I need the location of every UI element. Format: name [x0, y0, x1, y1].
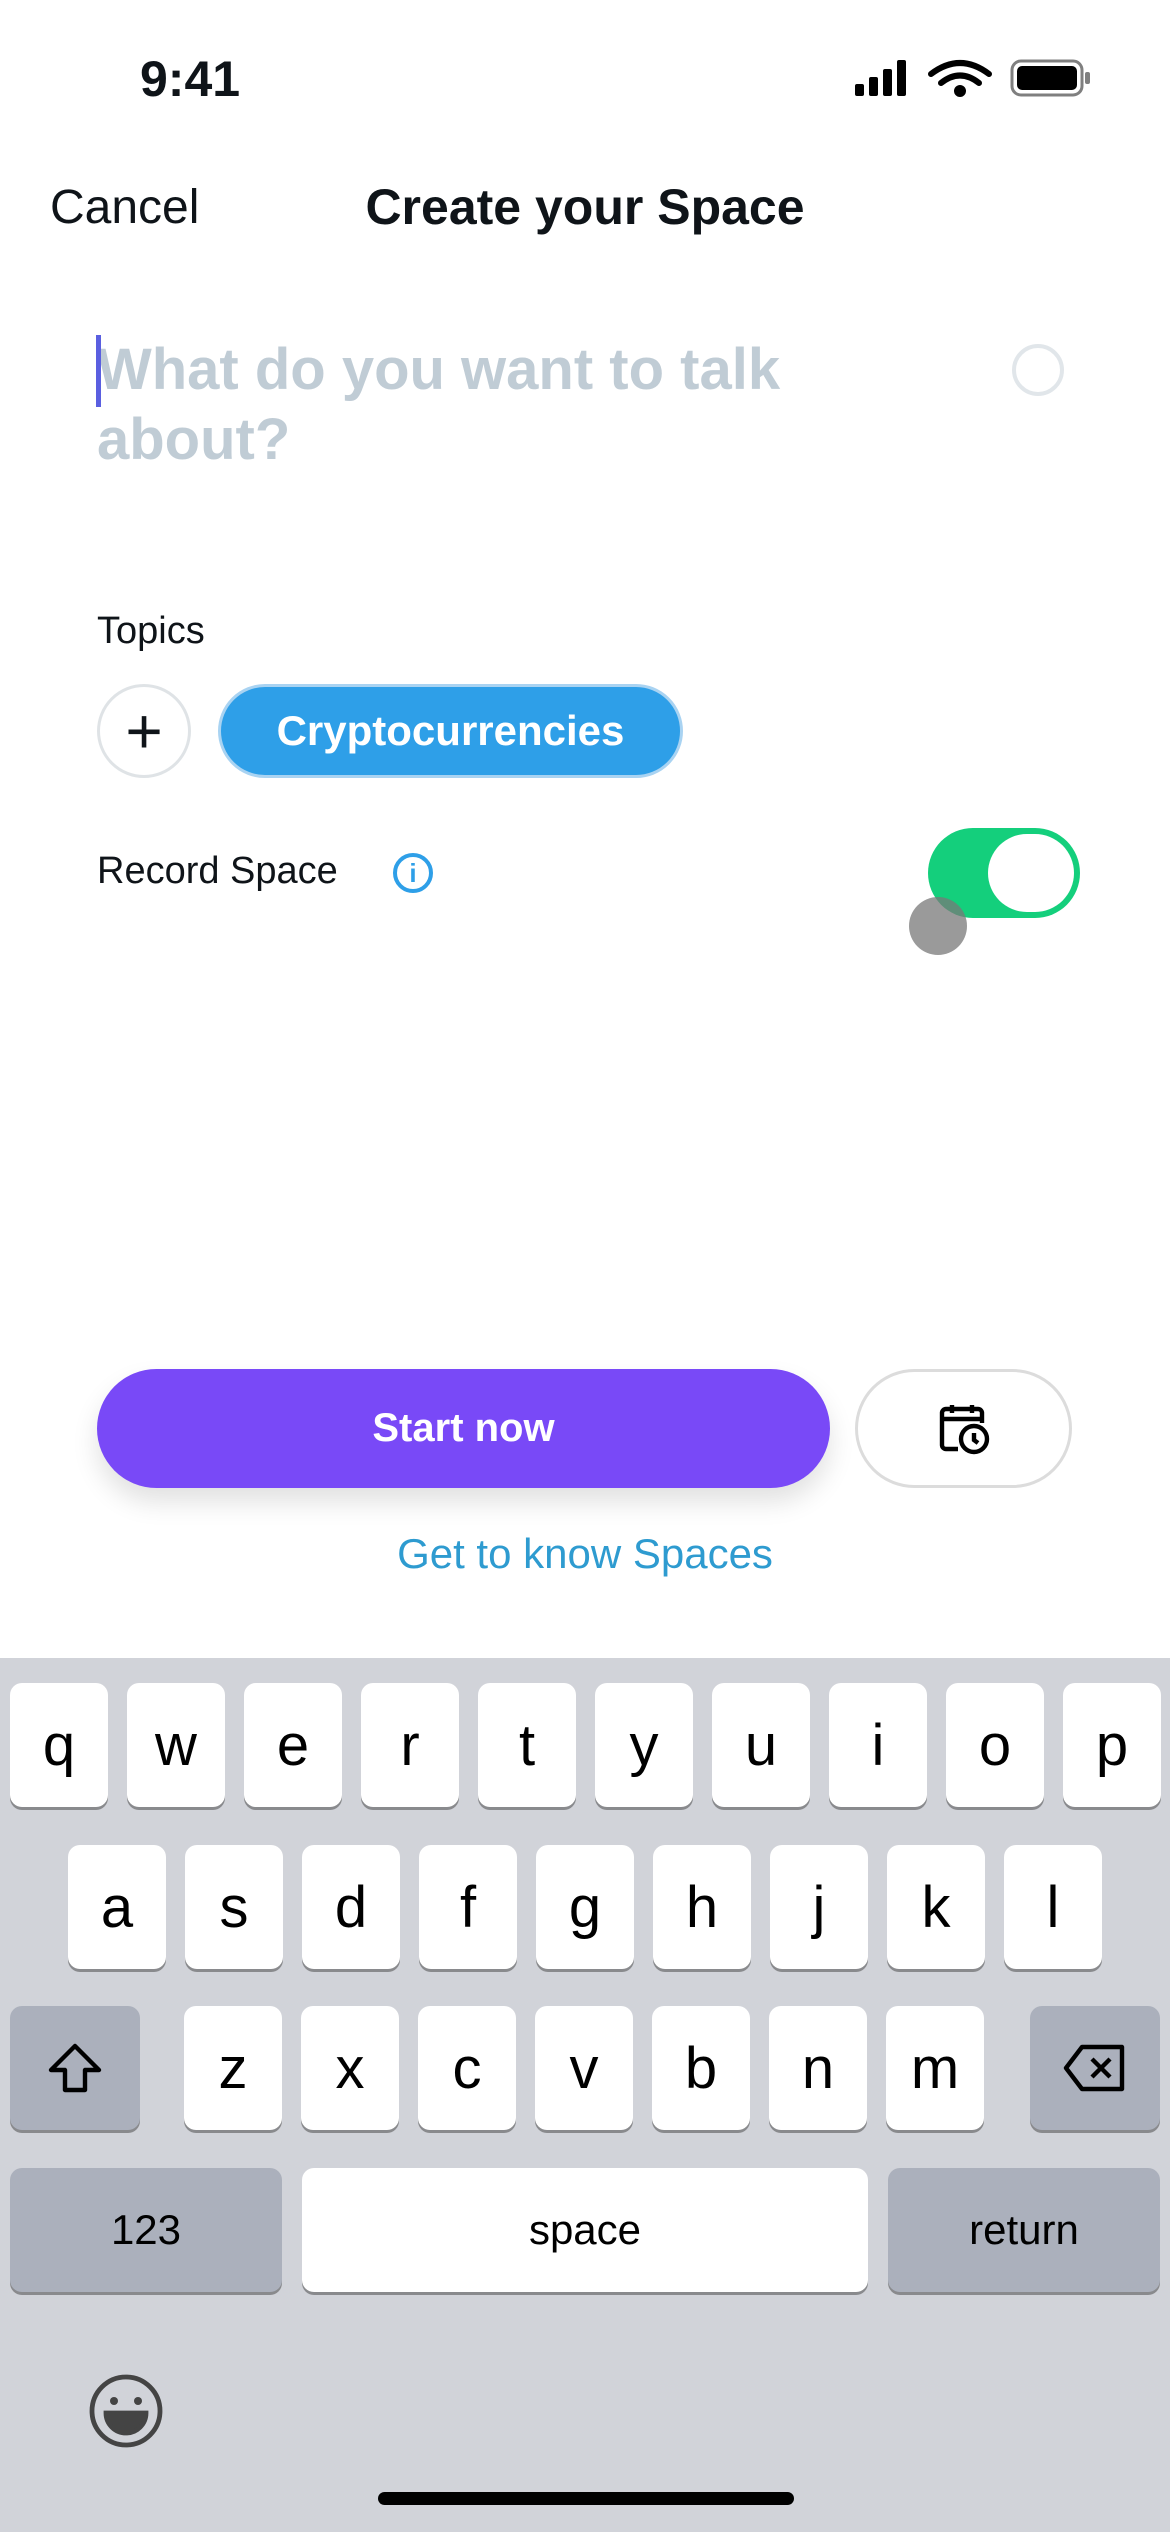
emoji-icon[interactable] — [86, 2371, 166, 2451]
toggle-knob — [988, 834, 1074, 912]
key-j[interactable]: j — [770, 1845, 868, 1969]
key-s[interactable]: s — [185, 1845, 283, 1969]
key-t[interactable]: t — [478, 1683, 576, 1807]
key-a[interactable]: a — [68, 1845, 166, 1969]
key-v[interactable]: v — [535, 2006, 633, 2130]
key-l[interactable]: l — [1004, 1845, 1102, 1969]
info-icon[interactable]: i — [393, 853, 433, 893]
wifi-icon — [928, 60, 992, 97]
key-o[interactable]: o — [946, 1683, 1044, 1807]
key-x[interactable]: x — [301, 2006, 399, 2130]
home-indicator — [378, 2492, 794, 2505]
key-n[interactable]: n — [769, 2006, 867, 2130]
space-key[interactable]: space — [302, 2168, 868, 2292]
shift-icon — [48, 2043, 102, 2093]
key-u[interactable]: u — [712, 1683, 810, 1807]
battery-icon — [1010, 59, 1090, 97]
space-title-input[interactable]: What do you want to talk about? — [97, 335, 857, 475]
topic-chip[interactable]: Cryptocurrencies — [218, 684, 683, 778]
key-p[interactable]: p — [1063, 1683, 1161, 1807]
key-h[interactable]: h — [653, 1845, 751, 1969]
delete-key[interactable] — [1030, 2006, 1160, 2130]
status-icons — [855, 59, 1090, 97]
get-to-know-spaces-link[interactable]: Get to know Spaces — [0, 1530, 1170, 1578]
add-topic-button[interactable]: + — [97, 684, 191, 778]
key-c[interactable]: c — [418, 2006, 516, 2130]
text-caret — [96, 335, 101, 407]
calendar-clock-icon — [939, 1404, 989, 1454]
key-m[interactable]: m — [886, 2006, 984, 2130]
touch-indicator — [909, 897, 967, 955]
key-k[interactable]: k — [887, 1845, 985, 1969]
backspace-icon — [1063, 2044, 1125, 2092]
key-f[interactable]: f — [419, 1845, 517, 1969]
signal-icon — [855, 60, 906, 96]
status-time: 9:41 — [140, 51, 241, 107]
key-e[interactable]: e — [244, 1683, 342, 1807]
shift-key[interactable] — [10, 2006, 140, 2130]
key-d[interactable]: d — [302, 1845, 400, 1969]
key-q[interactable]: q — [10, 1683, 108, 1807]
return-key[interactable]: return — [888, 2168, 1160, 2292]
topics-label: Topics — [97, 610, 205, 652]
record-space-label: Record Space — [97, 850, 338, 892]
key-g[interactable]: g — [536, 1845, 634, 1969]
key-w[interactable]: w — [127, 1683, 225, 1807]
numbers-key[interactable]: 123 — [10, 2168, 282, 2292]
start-now-button[interactable]: Start now — [97, 1369, 830, 1488]
key-y[interactable]: y — [595, 1683, 693, 1807]
key-b[interactable]: b — [652, 2006, 750, 2130]
key-r[interactable]: r — [361, 1683, 459, 1807]
character-count-ring — [1012, 344, 1064, 396]
schedule-button[interactable] — [855, 1369, 1072, 1488]
page-title: Create your Space — [365, 179, 805, 235]
plus-icon: + — [125, 695, 163, 767]
key-z[interactable]: z — [184, 2006, 282, 2130]
key-i[interactable]: i — [829, 1683, 927, 1807]
